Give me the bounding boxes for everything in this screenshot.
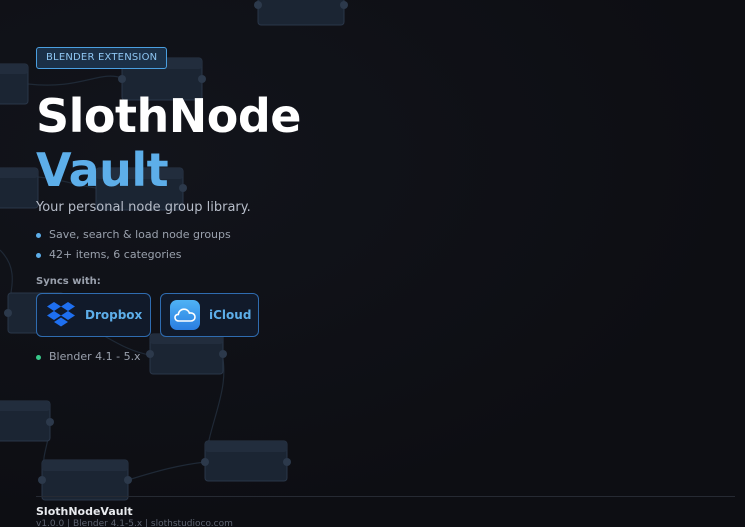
tagline: Your personal node group library. — [36, 200, 251, 215]
dropbox-button[interactable]: Dropbox — [36, 293, 151, 337]
syncs-label: Syncs with: — [36, 276, 101, 287]
graph-node — [0, 400, 54, 442]
bullet-dot-icon — [36, 232, 41, 238]
status-dot-icon — [36, 354, 41, 360]
compatibility-item: Blender 4.1 - 5.x — [36, 347, 436, 367]
footer-divider — [36, 496, 735, 497]
footer-title: SlothNodeVault — [36, 505, 133, 518]
graph-node — [38, 459, 132, 501]
dropbox-icon — [45, 299, 77, 331]
feature-list: Save, search & load node groups 42+ item… — [36, 225, 436, 265]
graph-node — [0, 63, 29, 105]
node-wire — [127, 461, 206, 481]
graph-node — [254, 0, 348, 26]
icloud-icon — [169, 299, 201, 331]
icloud-button[interactable]: iCloud — [160, 293, 259, 337]
feature-text: 42+ items, 6 categories — [49, 248, 182, 261]
compatibility-text: Blender 4.1 - 5.x — [49, 350, 141, 363]
graph-node — [201, 440, 291, 482]
graph-node — [0, 167, 39, 209]
feature-text: Save, search & load node groups — [49, 228, 231, 241]
category-badge: BLENDER EXTENSION — [36, 47, 168, 69]
dropbox-label: Dropbox — [85, 308, 143, 322]
feature-item: 42+ items, 6 categories — [36, 245, 436, 265]
extension-banner: BLENDER EXTENSION SlothNode Vault Your p… — [0, 0, 745, 527]
bullet-dot-icon — [36, 252, 41, 258]
feature-item: Save, search & load node groups — [36, 225, 436, 245]
page-title-line-1: SlothNode — [36, 89, 301, 143]
hero-content: BLENDER EXTENSION SlothNode Vault Your p… — [36, 45, 436, 367]
sync-services: Dropbox iCloud — [36, 293, 436, 337]
icloud-label: iCloud — [209, 308, 252, 322]
footer-meta: v1.0.0 | Blender 4.1-5.x | slothstudioco… — [36, 519, 233, 527]
page-title-line-2: Vault — [36, 143, 169, 197]
